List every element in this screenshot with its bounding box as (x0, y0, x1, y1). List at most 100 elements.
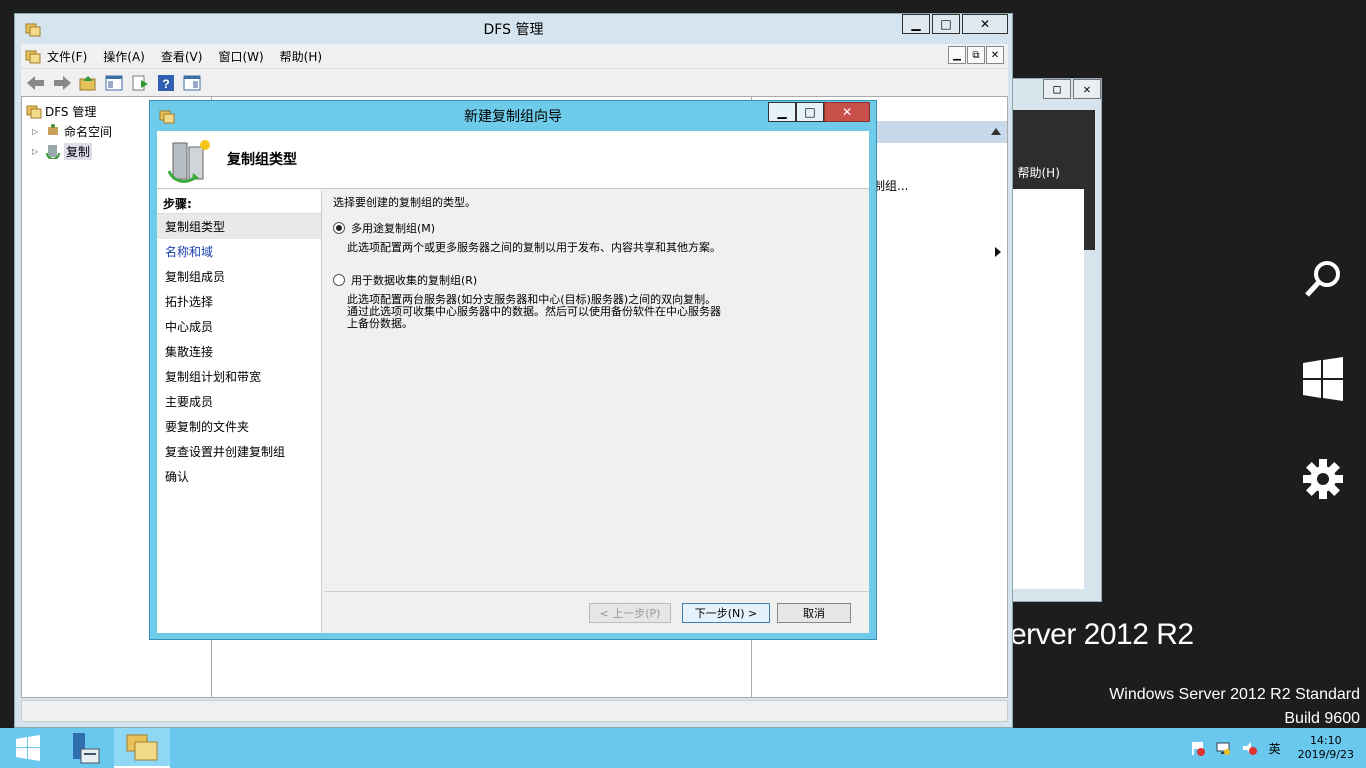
clock[interactable]: 14:10 2019/9/23 (1298, 734, 1354, 762)
clock-date: 2019/9/23 (1297, 748, 1354, 761)
action-center-flag-icon[interactable] (1188, 739, 1206, 757)
wizard-step: 拓扑选择 (165, 295, 214, 309)
wizard-step: 主要成员 (165, 395, 214, 409)
wizard-content: 选择要创建的复制组的类型。 多用途复制组(M) 此选项配置两个或更多服务器之间的… (325, 190, 869, 590)
clock-time: 14:10 (1309, 734, 1342, 747)
next-button[interactable]: 下一步(N) > (682, 603, 770, 623)
menu-action[interactable]: 操作(A) (103, 48, 145, 65)
multipurpose-description: 此选项配置两个或更多服务器之间的复制以用于发布、内容共享和其他方案。 (347, 241, 721, 254)
dfs-app-icon (25, 21, 41, 41)
wizard-footer: < 上一步(P) 下一步(N) > 取消 (325, 591, 869, 633)
show-action-pane-icon[interactable] (181, 72, 203, 94)
start-button[interactable] (0, 728, 56, 768)
tree-label: 命名空间 (64, 124, 113, 139)
back-arrow-icon[interactable] (25, 72, 47, 94)
wizard-step[interactable]: 名称和域 (157, 239, 321, 264)
multipurpose-label[interactable]: 多用途复制组(M) (351, 220, 435, 236)
wizard-step: 要复制的文件夹 (165, 420, 250, 434)
start-icon[interactable] (1298, 354, 1348, 404)
mdi-caption-buttons: ▁ ⧉ ✕ (947, 46, 1004, 64)
menu-help[interactable]: 帮助(H) (280, 48, 322, 65)
settings-icon[interactable] (1298, 454, 1348, 504)
menu-bar: 文件(F) 操作(A) 查看(V) 窗口(W) 帮助(H) ▁ ⧉ ✕ (21, 44, 1008, 68)
help-icon[interactable]: ? (155, 72, 177, 94)
bg-window-caption-buttons: □ ✕ (1041, 79, 1101, 101)
bg-panel (1009, 189, 1084, 589)
collapse-icon[interactable] (991, 128, 1001, 136)
wizard-step: 中心成员 (165, 320, 214, 334)
dfs-management-taskbar-icon[interactable] (114, 728, 170, 768)
replication-icon (45, 143, 61, 160)
steps-header: 步骤: (157, 190, 321, 214)
wizard-step: 复查设置并创建复制组 (165, 445, 286, 459)
wizard-maximize-button[interactable]: □ (796, 102, 824, 122)
dfs-folder-icon (26, 103, 42, 119)
namespace-icon (45, 123, 61, 139)
action-new-replication-group[interactable]: 制组... (873, 177, 908, 194)
network-icon[interactable] (1214, 739, 1232, 757)
server-manager-window[interactable]: □ ✕ ) 帮助(H) (1008, 78, 1102, 602)
close-button[interactable]: ✕ (962, 14, 1008, 34)
window-title-bar[interactable]: DFS 管理 ▁ □ ✕ (15, 14, 1012, 44)
multipurpose-radio[interactable] (333, 222, 345, 234)
status-bar (21, 700, 1008, 722)
tree-label: 复制 (64, 142, 93, 160)
wizard-step: 确认 (165, 470, 190, 484)
wizard-close-button[interactable]: ✕ (824, 102, 870, 122)
window-title: DFS 管理 (483, 22, 544, 38)
mdi-restore-button[interactable]: ⧉ (967, 46, 985, 64)
cancel-button[interactable]: 取消 (777, 603, 851, 623)
up-folder-icon[interactable] (77, 72, 99, 94)
server-manager-taskbar-icon[interactable] (56, 728, 112, 768)
windows-server-brand: erver 2012 R2 (1010, 618, 1194, 651)
minimize-button[interactable]: ▁ (902, 14, 930, 34)
wizard-step: 集散连接 (165, 345, 214, 359)
data-collection-label[interactable]: 用于数据收集的复制组(R) (351, 272, 477, 288)
mdi-close-button[interactable]: ✕ (986, 46, 1004, 64)
bg-maximize-button[interactable]: □ (1043, 79, 1071, 99)
submenu-arrow-icon[interactable] (995, 247, 1001, 257)
data-collection-radio[interactable] (333, 274, 345, 286)
export-list-icon[interactable] (129, 72, 151, 94)
wizard-title-bar[interactable]: 新建复制组向导 ▁ □ ✕ (150, 101, 876, 131)
wizard-step: 复制组类型 (157, 214, 321, 239)
back-button[interactable]: < 上一步(P) (589, 603, 671, 623)
wizard-title: 新建复制组向导 (464, 109, 562, 125)
maximize-button[interactable]: □ (932, 14, 960, 34)
menu-file[interactable]: 文件(F) (47, 48, 87, 65)
mdi-minimize-button[interactable]: ▁ (948, 46, 966, 64)
instruction-text: 选择要创建的复制组的类型。 (333, 196, 476, 209)
svg-text:?: ? (162, 77, 169, 91)
toolbar: ? (21, 68, 1008, 96)
menu-view[interactable]: 查看(V) (161, 48, 203, 65)
expand-arrow-icon[interactable]: ▷ (32, 147, 42, 156)
bg-close-button[interactable]: ✕ (1073, 79, 1101, 99)
input-language-indicator[interactable]: 英 (1266, 739, 1284, 757)
wizard-header: 复制组类型 (157, 131, 869, 189)
data-collection-description: 此选项配置两台服务器(如分支服务器和中心(目标)服务器)之间的双向复制。通过此选… (347, 293, 721, 330)
option-data-collection[interactable]: 用于数据收集的复制组(R) (333, 272, 861, 288)
tree-label: DFS 管理 (45, 104, 97, 119)
page-title: 复制组类型 (227, 152, 297, 168)
option-multipurpose[interactable]: 多用途复制组(M) (333, 220, 861, 236)
console-icon[interactable] (25, 48, 41, 67)
edition-text: Windows Server 2012 R2 Standard (1109, 686, 1360, 703)
bg-help-menu[interactable]: ) 帮助(H) (1009, 164, 1060, 181)
menu-window[interactable]: 窗口(W) (218, 48, 263, 65)
wizard-steps-list: 步骤: 复制组类型 名称和域复制组成员拓扑选择中心成员集散连接复制组计划和带宽 主要… (157, 190, 322, 633)
volume-icon[interactable] (1240, 739, 1258, 757)
replication-server-icon (165, 137, 213, 188)
forward-arrow-icon[interactable] (51, 72, 73, 94)
show-hide-tree-icon[interactable] (103, 72, 125, 94)
wizard-app-icon (159, 108, 175, 128)
wizard-step: 复制组计划和带宽 (165, 370, 262, 384)
wizard-step: 复制组成员 (165, 270, 226, 284)
wizard-minimize-button[interactable]: ▁ (768, 102, 796, 122)
system-tray: 英 14:10 2019/9/23 (1180, 728, 1354, 768)
wizard-body: 复制组类型 步骤: 复制组类型 名称和域 复制组成员 拓扑选择 中心成员 集散连接 复制组计… (157, 131, 869, 633)
expand-arrow-icon[interactable]: ▷ (32, 127, 42, 136)
new-replication-group-wizard[interactable]: 新建复制组向导 ▁ □ ✕ 复制组类型 步骤: 复制组类型 名称和域 复制组成员 拓扑… (149, 100, 877, 640)
taskbar: 英 14:10 2019/9/23 (0, 728, 1366, 768)
windows-edition-label: Windows Server 2012 R2 Standard Build 96… (1109, 683, 1360, 731)
search-icon[interactable] (1298, 254, 1348, 304)
